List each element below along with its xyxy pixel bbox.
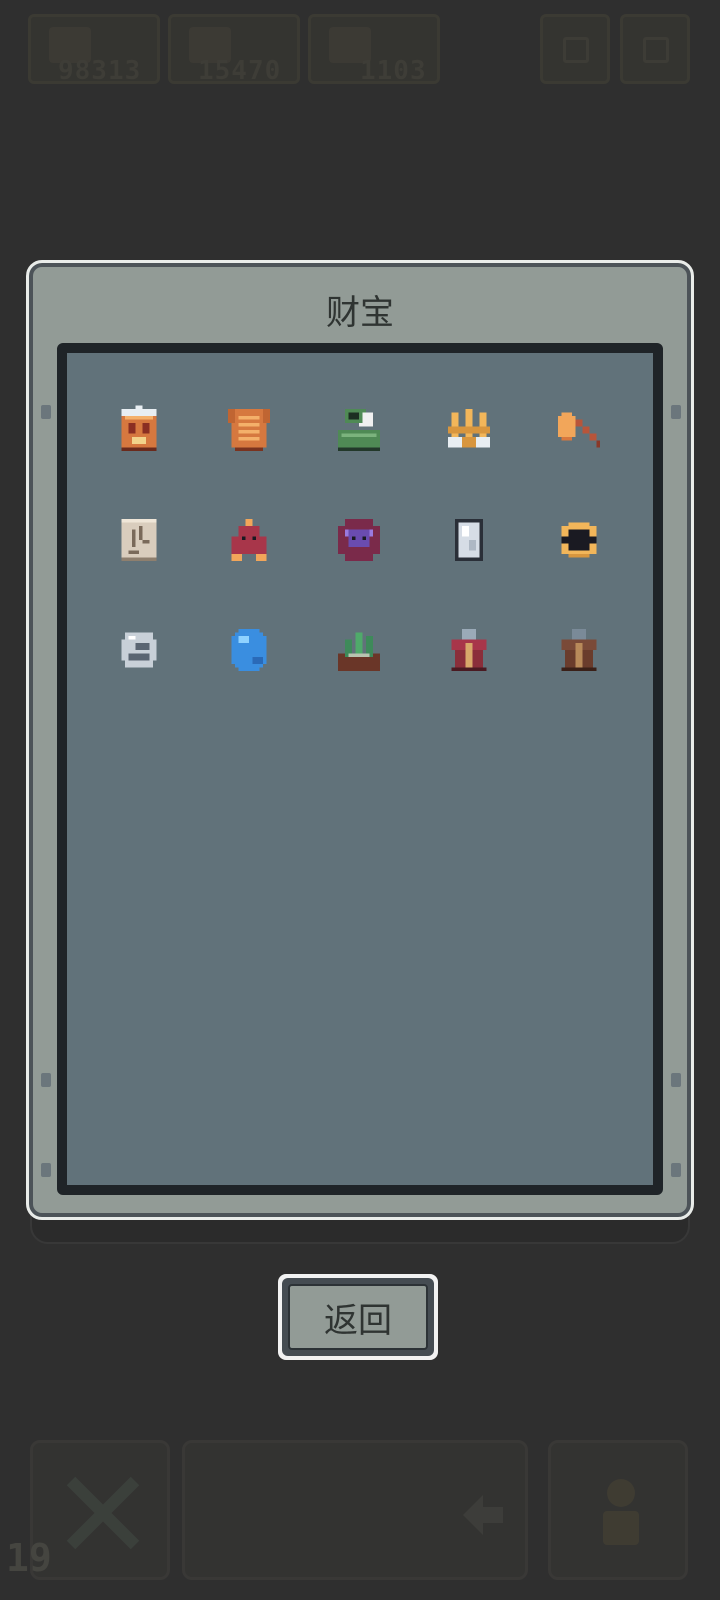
red-armor-icon bbox=[451, 629, 487, 671]
leather-armor-icon bbox=[228, 409, 270, 451]
treasure-slot[interactable] bbox=[209, 500, 289, 580]
action-bar[interactable] bbox=[182, 1440, 528, 1580]
treasure-grid-area bbox=[57, 343, 663, 1195]
gear-icon bbox=[643, 37, 669, 63]
moss-rock-icon bbox=[338, 632, 380, 671]
golden-ring-icon bbox=[561, 522, 597, 558]
swap-arrows-icon bbox=[463, 1495, 503, 1535]
skill-slot-right[interactable] bbox=[548, 1440, 688, 1580]
green-helmet-icon bbox=[338, 409, 380, 451]
grid-icon bbox=[563, 37, 589, 63]
crescent-moon-stone-icon bbox=[121, 632, 157, 668]
settings-button[interactable] bbox=[620, 14, 690, 84]
blue-orb-icon bbox=[231, 629, 267, 671]
treasure-slot[interactable] bbox=[539, 610, 619, 690]
treasure-slot[interactable] bbox=[319, 390, 399, 470]
brown-armor-icon bbox=[561, 629, 597, 671]
treasure-slot[interactable] bbox=[429, 390, 509, 470]
treasure-slot[interactable] bbox=[99, 390, 179, 470]
silver-mirror-icon bbox=[455, 519, 483, 561]
red-cloak-icon bbox=[231, 519, 267, 561]
resource-value: 15470 bbox=[198, 56, 282, 86]
back-button-frame: 返回 bbox=[278, 1274, 438, 1360]
ancient-scroll-icon bbox=[121, 519, 157, 561]
treasure-slot[interactable] bbox=[319, 610, 399, 690]
lantern-icon bbox=[121, 405, 157, 451]
treasure-slot[interactable] bbox=[539, 390, 619, 470]
crossed-swords-icon bbox=[66, 1476, 140, 1550]
level-number: 19 bbox=[6, 1536, 52, 1580]
back-button[interactable]: 返回 bbox=[288, 1284, 428, 1350]
treasure-slot[interactable] bbox=[539, 500, 619, 580]
treasure-grid bbox=[67, 353, 653, 1185]
treasure-slot[interactable] bbox=[209, 390, 289, 470]
axe-icon bbox=[558, 412, 600, 448]
resource-value: 98313 bbox=[58, 56, 142, 86]
treasure-slot[interactable] bbox=[209, 610, 289, 690]
resource-value: 1103 bbox=[360, 56, 427, 86]
treasure-slot[interactable] bbox=[99, 500, 179, 580]
treasure-slot[interactable] bbox=[429, 610, 509, 690]
pawn-icon bbox=[603, 1479, 639, 1545]
treasure-panel: 财宝 bbox=[26, 260, 694, 1220]
treasure-slot[interactable] bbox=[319, 500, 399, 580]
panel-title: 财宝 bbox=[326, 293, 394, 333]
demon-medallion-icon bbox=[338, 519, 380, 561]
resource-bar: 98313 15470 1103 bbox=[0, 0, 720, 100]
golden-crown-icon bbox=[448, 409, 490, 448]
menu-button[interactable] bbox=[540, 14, 610, 84]
treasure-slot[interactable] bbox=[429, 500, 509, 580]
treasure-slot[interactable] bbox=[99, 610, 179, 690]
